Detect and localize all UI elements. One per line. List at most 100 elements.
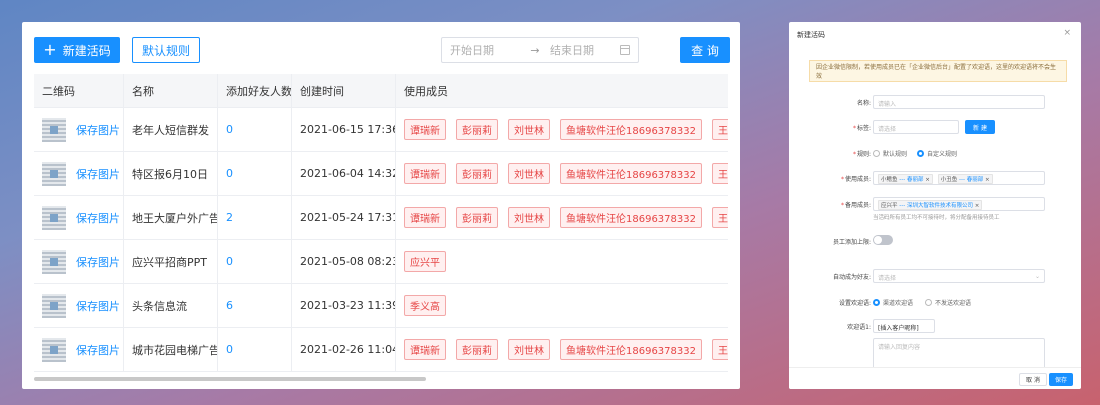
save-button[interactable]: 保存 — [1049, 373, 1073, 386]
date-range-picker[interactable]: 开始日期 → 结束日期 — [441, 37, 639, 63]
horizontal-scrollbar[interactable] — [34, 377, 426, 381]
notice-banner: 因企业微信限制，若使用成员已在「企业微信后台」配置了欢迎语，这里的欢迎语将不会生… — [809, 60, 1067, 82]
member-tag: 鱼塘软件汪伦18696378332 — [560, 119, 702, 140]
tag-select[interactable]: 请选择 — [873, 120, 959, 134]
auto-friend-select[interactable]: 请选择 ⌄ — [873, 269, 1045, 283]
new-code-button[interactable]: + 新建活码 — [34, 37, 120, 63]
header-friend-count: 添加好友人数 — [218, 74, 292, 107]
welcome-channel-radio[interactable]: 渠道欢迎语 — [873, 298, 913, 307]
member-tag: 王瑞青 — [712, 119, 728, 140]
table-row: 保存图片特区报6月10日02021-06-04 14:32:31谭瑞新彭丽莉刘世… — [34, 152, 728, 196]
dialog-footer: 取 消 保存 — [789, 367, 1081, 389]
member-chip[interactable]: 小鳍鱼 --- 春丽部 × — [878, 174, 933, 184]
members-cell: 谭瑞新彭丽莉刘世林鱼塘软件汪伦18696378332 王瑞青 — [396, 196, 728, 239]
member-tag: 谭瑞新 — [404, 119, 446, 140]
table-row: 保存图片应兴平招商PPT02021-05-08 08:23:39 应兴平 — [34, 240, 728, 284]
member-chip[interactable]: 小丑鱼 --- 春丽部 × — [937, 174, 993, 184]
member-tag: 王瑞青 — [712, 207, 728, 228]
name-cell: 老年人短信群发 — [124, 108, 218, 151]
query-button[interactable]: 查 询 — [680, 37, 730, 63]
cancel-button[interactable]: 取 消 — [1019, 373, 1047, 386]
friend-count-cell[interactable]: 6 — [218, 284, 292, 327]
created-time-cell: 2021-06-04 14:32:31 — [292, 152, 396, 195]
qrcode-cell: 保存图片 — [34, 152, 124, 195]
limit-toggle[interactable] — [873, 235, 893, 245]
save-image-link[interactable]: 保存图片 — [76, 122, 120, 138]
save-image-link[interactable]: 保存图片 — [76, 342, 120, 358]
save-image-link[interactable]: 保存图片 — [76, 210, 120, 226]
chip-close-icon[interactable]: × — [925, 177, 930, 183]
member-tag: 王瑞青 — [712, 339, 728, 360]
member-tag: 彭丽莉 — [456, 339, 498, 360]
welcome-none-radio[interactable]: 不发送欢迎语 — [925, 298, 971, 307]
limit-field: 员工添加上限: — [789, 234, 1081, 248]
member-tag: 谭瑞新 — [404, 339, 446, 360]
welcome1-label: 欢迎语1: — [847, 324, 871, 331]
start-date-input[interactable]: 开始日期 — [450, 42, 520, 58]
radio-on-icon — [873, 299, 880, 306]
name-cell: 特区报6月10日 — [124, 152, 218, 195]
code-table: 二维码 名称 添加好友人数 创建时间 使用成员 保存图片 老年人短信群发 0 2021… — [34, 74, 728, 380]
members-label: 使用成员: — [844, 176, 871, 183]
tag-label: 标签: — [856, 125, 871, 132]
welcome-setting-field: 设置欢迎语: 渠道欢迎语 不发送欢迎语 — [789, 295, 1081, 309]
backup-hint: 当活码所有员工均不可接待时，将分配备用接待员工 — [873, 215, 1000, 221]
friend-count-cell[interactable]: 2 — [218, 196, 292, 239]
close-icon[interactable]: × — [1063, 28, 1071, 38]
qrcode-image[interactable] — [42, 249, 66, 274]
member-tag: 刘世林 — [508, 207, 550, 228]
friend-count-cell[interactable]: 0 — [218, 108, 292, 151]
welcome1-field: 欢迎语1: [插入客户昵称] — [789, 319, 1081, 333]
qrcode-image[interactable] — [42, 205, 66, 230]
header-created-time: 创建时间 — [292, 74, 396, 107]
chip-close-icon[interactable]: × — [985, 177, 990, 183]
chip-close-icon[interactable]: × — [975, 203, 980, 209]
default-rule-button[interactable]: 默认规则 — [132, 37, 200, 63]
save-image-link[interactable]: 保存图片 — [76, 298, 120, 314]
tag-field: *标签: 请选择 新 建 — [789, 120, 1081, 134]
backup-chip[interactable]: 应兴平 --- 深圳大智软件技术有限公司 × — [878, 200, 983, 210]
radio-off-icon — [873, 150, 880, 157]
member-tag: 刘世林 — [508, 163, 550, 184]
code-list-panel: + 新建活码 默认规则 开始日期 → 结束日期 查 询 二维码 名称 添加好友人数… — [22, 22, 740, 389]
name-cell: 地王大厦户外广告 — [124, 196, 218, 239]
backup-field: *备用成员: 应兴平 --- 深圳大智软件技术有限公司 × — [789, 197, 1081, 211]
rule-default-radio[interactable]: 默认规则 — [873, 149, 907, 158]
members-cell: 季义高 — [396, 284, 728, 327]
qrcode-image[interactable] — [42, 337, 66, 362]
members-select[interactable]: 小鳍鱼 --- 春丽部 × 小丑鱼 --- 春丽部 × — [873, 171, 1045, 185]
name-cell: 城市花园电梯广告 — [124, 328, 218, 371]
created-time-cell: 2021-03-23 11:39:56 — [292, 284, 396, 327]
table-row: 保存图片城市花园电梯广告02021-02-26 11:04:21谭瑞新彭丽莉刘世… — [34, 328, 728, 372]
qrcode-cell: 保存图片 — [34, 328, 124, 371]
backup-select[interactable]: 应兴平 --- 深圳大智软件技术有限公司 × — [873, 197, 1045, 211]
member-tag: 王瑞青 — [712, 163, 728, 184]
name-input[interactable]: 请输入 — [873, 95, 1045, 109]
header-members: 使用成员 — [404, 84, 448, 98]
member-tag: 应兴平 — [404, 251, 446, 272]
insert-name-button[interactable]: [插入客户昵称] — [873, 319, 935, 333]
save-image-link[interactable]: 保存图片 — [76, 166, 120, 182]
qrcode-image[interactable] — [42, 117, 66, 142]
member-tag: 鱼塘软件汪伦18696378332 — [560, 207, 702, 228]
save-image-link[interactable]: 保存图片 — [76, 254, 120, 270]
table-body: 保存图片老年人短信群发02021-06-15 17:36:52谭瑞新彭丽莉刘世林… — [34, 108, 728, 372]
auto-friend-field: 自动成为好友: 请选择 ⌄ — [789, 269, 1081, 283]
qrcode-image[interactable] — [42, 293, 66, 318]
members-field: *使用成员: 小鳍鱼 --- 春丽部 × 小丑鱼 --- 春丽部 × — [789, 171, 1081, 185]
members-cell: 谭瑞新彭丽莉刘世林鱼塘软件汪伦18696378332 王瑞青 — [396, 108, 728, 151]
qrcode-image[interactable] — [42, 161, 66, 186]
auto-friend-label: 自动成为好友: — [832, 274, 871, 281]
member-tag: 彭丽莉 — [456, 207, 498, 228]
rule-custom-radio[interactable]: 自定义规则 — [917, 149, 957, 158]
header-name: 名称 — [124, 74, 218, 107]
table-row: 保存图片头条信息流62021-03-23 11:39:56 季义高 — [34, 284, 728, 328]
friend-count-cell[interactable]: 0 — [218, 328, 292, 371]
friend-count-cell[interactable]: 0 — [218, 152, 292, 195]
dialog-title: 新建活码 — [797, 31, 825, 39]
welcome-setting-label: 设置欢迎语: — [838, 300, 871, 307]
friend-count-cell[interactable]: 0 — [218, 240, 292, 283]
end-date-input[interactable]: 结束日期 — [550, 42, 620, 58]
new-tag-button[interactable]: 新 建 — [965, 120, 995, 134]
radio-on-icon — [917, 150, 924, 157]
